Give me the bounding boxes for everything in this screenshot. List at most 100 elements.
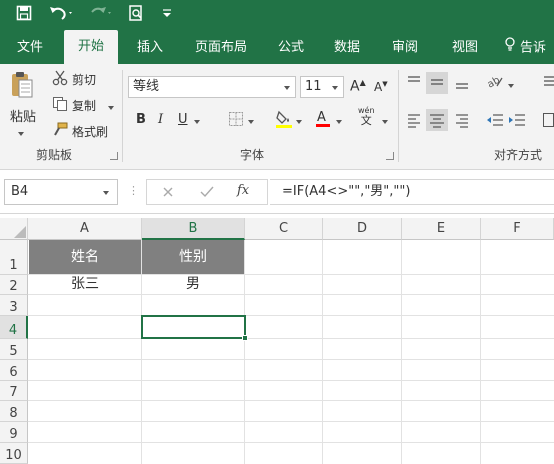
format-painter-button[interactable]: 格式刷 (72, 123, 108, 140)
worksheet-grid[interactable]: A B C D E F 1 2 3 4 5 6 7 8 9 10 姓名 性别 张… (0, 218, 554, 464)
decrease-font-size-icon[interactable]: A▼ (374, 80, 388, 94)
save-icon[interactable] (14, 3, 34, 23)
row-header-8[interactable]: 8 (0, 401, 28, 422)
column-header-d[interactable]: D (323, 218, 402, 240)
tab-data[interactable]: 数据 (326, 32, 368, 64)
paste-button[interactable]: 粘贴 (10, 106, 36, 125)
wrap-text-icon[interactable] (542, 74, 554, 93)
borders-icon[interactable] (228, 111, 244, 130)
enter-icon[interactable] (199, 183, 215, 204)
row-header-4[interactable]: 4 (0, 316, 28, 339)
formula-bar-grip-icon[interactable]: ⋮ (128, 184, 139, 197)
font-launcher-icon[interactable] (386, 152, 394, 160)
column-header-b[interactable]: B (142, 218, 245, 240)
font-color-icon[interactable]: A (314, 108, 332, 131)
row-header-10[interactable]: 10 (0, 443, 28, 464)
tab-file[interactable]: 文件 (6, 32, 54, 64)
cell-a2[interactable]: 张三 (29, 275, 141, 294)
fill-handle[interactable] (242, 335, 248, 341)
phonetic-guide-icon[interactable]: wén 文 (358, 106, 375, 127)
gridline (28, 442, 554, 443)
row-header-5[interactable]: 5 (0, 339, 28, 360)
align-top-icon[interactable] (406, 74, 422, 93)
gridline (28, 315, 554, 316)
gridline (28, 359, 554, 360)
font-color-dropdown[interactable] (336, 114, 342, 128)
gridline (28, 421, 554, 422)
cell-b2[interactable]: 男 (142, 275, 244, 294)
italic-icon[interactable]: I (158, 112, 163, 127)
tab-home[interactable]: 开始 (64, 30, 118, 64)
lightbulb-icon (504, 32, 516, 64)
print-preview-icon[interactable] (126, 3, 146, 23)
tab-formulas[interactable]: 公式 (270, 32, 312, 64)
row-header-2[interactable]: 2 (0, 275, 28, 295)
gridline (28, 380, 554, 381)
orientation-icon[interactable]: ab (486, 74, 504, 93)
font-size-select[interactable]: 11 (300, 76, 344, 98)
decrease-indent-icon[interactable] (486, 112, 504, 131)
orientation-dropdown[interactable] (508, 78, 514, 92)
select-all-corner[interactable] (0, 218, 28, 240)
cell-b1[interactable]: 性别 (142, 240, 244, 274)
gridline (28, 338, 554, 339)
align-middle-icon[interactable] (426, 72, 448, 94)
ribbon-home: 粘贴 剪切 复制 格式刷 剪贴板 等线 11 A▲ A▼ B I U A wén… (0, 64, 554, 170)
clipboard-group-label: 剪贴板 (36, 148, 73, 162)
formula-input[interactable]: =IF(A4<>"","男","") (270, 179, 554, 205)
row-header-7[interactable]: 7 (0, 381, 28, 401)
title-bar (0, 0, 554, 26)
undo-icon[interactable] (48, 3, 74, 23)
row-header-9[interactable]: 9 (0, 422, 28, 443)
font-name-select[interactable]: 等线 (128, 76, 296, 98)
copy-dropdown[interactable] (108, 100, 114, 114)
selected-cell-b4[interactable] (141, 315, 246, 339)
phonetic-dropdown[interactable] (382, 114, 388, 128)
row-header-6[interactable]: 6 (0, 360, 28, 381)
align-center-icon[interactable] (426, 109, 448, 131)
align-bottom-icon[interactable] (454, 74, 470, 93)
underline-icon[interactable]: U (178, 112, 188, 127)
row-header-1[interactable]: 1 (0, 240, 28, 275)
tab-page-layout[interactable]: 页面布局 (184, 32, 258, 64)
copy-button[interactable]: 复制 (72, 97, 96, 114)
tab-view[interactable]: 视图 (444, 32, 486, 64)
paste-icon[interactable] (10, 70, 34, 100)
font-size-value: 11 (305, 79, 322, 94)
increase-indent-icon[interactable] (508, 112, 526, 131)
tab-insert[interactable]: 插入 (128, 32, 172, 64)
customize-quick-access-icon[interactable] (160, 3, 174, 23)
cut-icon[interactable] (52, 70, 68, 89)
name-box[interactable]: B4 (4, 179, 118, 205)
redo-icon[interactable] (88, 3, 114, 23)
cut-button[interactable]: 剪切 (72, 71, 96, 88)
align-right-icon[interactable] (454, 112, 470, 131)
fill-color-icon[interactable] (274, 109, 294, 132)
gridline (28, 400, 554, 401)
name-box-value: B4 (11, 184, 29, 199)
cell-a1[interactable]: 姓名 (29, 240, 141, 274)
bold-icon[interactable]: B (136, 112, 146, 127)
phonetic-bottom-label: 文 (360, 114, 372, 127)
align-left-icon[interactable] (406, 112, 422, 131)
column-header-a[interactable]: A (28, 218, 142, 240)
tab-review[interactable]: 审阅 (384, 32, 426, 64)
copy-icon[interactable] (52, 96, 68, 115)
tab-tell-me[interactable]: 告诉 (504, 32, 554, 64)
row-header-3[interactable]: 3 (0, 295, 28, 316)
column-header-e[interactable]: E (402, 218, 481, 240)
paste-dropdown[interactable] (18, 126, 24, 140)
column-header-c[interactable]: C (245, 218, 323, 240)
column-header-f[interactable]: F (481, 218, 554, 240)
borders-dropdown[interactable] (248, 114, 254, 128)
increase-font-size-icon[interactable]: A▲ (350, 78, 366, 95)
format-painter-icon[interactable] (52, 122, 68, 141)
fill-color-dropdown[interactable] (296, 114, 302, 128)
merge-center-icon[interactable] (542, 112, 554, 131)
clipboard-launcher-icon[interactable] (110, 152, 118, 160)
alignment-group-label: 对齐方式 (494, 148, 543, 162)
underline-dropdown[interactable] (194, 114, 200, 128)
cancel-icon[interactable] (161, 183, 175, 204)
insert-function-icon[interactable]: fx (237, 183, 249, 198)
separator (398, 70, 399, 162)
